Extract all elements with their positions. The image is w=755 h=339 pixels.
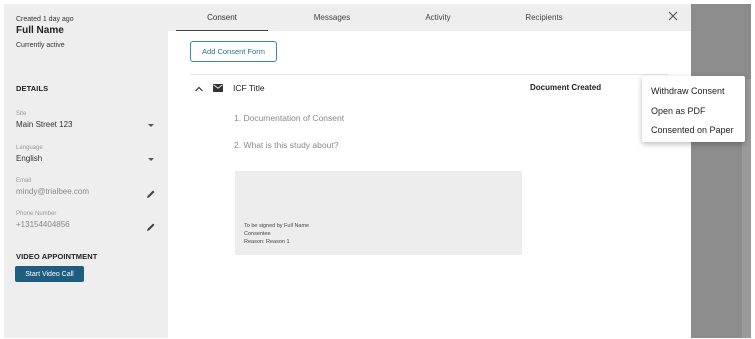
caret-down-icon (148, 158, 154, 161)
language-label: Language (16, 145, 43, 151)
phone-field: Phone Number +13154404856 (16, 211, 156, 232)
signature-preview: To be signed by Full Name Consentee Reas… (235, 171, 522, 255)
menu-item-consented-on-paper[interactable]: Consented on Paper (642, 121, 745, 141)
preview-signer: To be signed by Full Name (244, 223, 310, 229)
email-value: mindy@trialbee.com (16, 187, 90, 196)
participant-status: Currently active (16, 42, 65, 49)
email-label: Email (16, 178, 32, 184)
tab-messages[interactable]: Messages (286, 4, 378, 31)
video-appointment-heading: VIDEO APPOINTMENT (16, 252, 98, 261)
actions-menu: Withdraw Consent Open as PDF Consented o… (642, 76, 745, 142)
phone-label: Phone Number (16, 211, 57, 217)
form-status: Document Created (530, 83, 602, 92)
question-item: 2. What is this study about? (234, 140, 339, 150)
menu-item-withdraw-consent[interactable]: Withdraw Consent (642, 82, 745, 102)
question-item: 1. Documentation of Consent (234, 113, 345, 123)
app-frame: Created 1 day ago Full Name Currently ac… (4, 4, 751, 338)
close-icon[interactable] (667, 10, 679, 22)
edit-icon[interactable] (146, 189, 156, 199)
participant-sidebar: Created 1 day ago Full Name Currently ac… (4, 4, 168, 338)
tab-activity[interactable]: Activity (392, 4, 484, 31)
divider (190, 74, 668, 75)
phone-value: +13154404856 (16, 220, 70, 229)
tab-consent[interactable]: Consent (176, 4, 268, 31)
menu-item-open-as-pdf[interactable]: Open as PDF (642, 102, 745, 122)
language-value: English (16, 154, 43, 163)
details-heading: DETAILS (16, 84, 49, 93)
email-field: Email mindy@trialbee.com (16, 178, 156, 199)
form-title: ICF Title (233, 83, 265, 93)
preview-reason: Reason: Reason 1 (244, 239, 290, 245)
add-consent-form-button[interactable]: Add Consent Form (190, 41, 277, 62)
consent-form-row: ICF Title Document Created (190, 82, 668, 98)
site-label: Site (16, 111, 27, 117)
chevron-up-icon[interactable] (194, 85, 204, 93)
main-panel: Consent Messages Activity Recipients Add… (168, 4, 691, 338)
tab-recipients[interactable]: Recipients (498, 4, 590, 31)
language-select[interactable]: Language English (16, 145, 156, 163)
edit-icon[interactable] (146, 222, 156, 232)
created-text: Created 1 day ago (16, 16, 74, 23)
tab-bar: Consent Messages Activity Recipients (168, 4, 691, 31)
caret-down-icon (148, 124, 154, 127)
preview-role: Consentee (244, 231, 271, 237)
mail-icon (213, 84, 223, 92)
site-value: Main Street 123 (16, 120, 73, 129)
site-select[interactable]: Site Main Street 123 (16, 111, 156, 129)
participant-name: Full Name (16, 25, 64, 36)
start-video-call-button[interactable]: Start Video Call (15, 266, 84, 282)
